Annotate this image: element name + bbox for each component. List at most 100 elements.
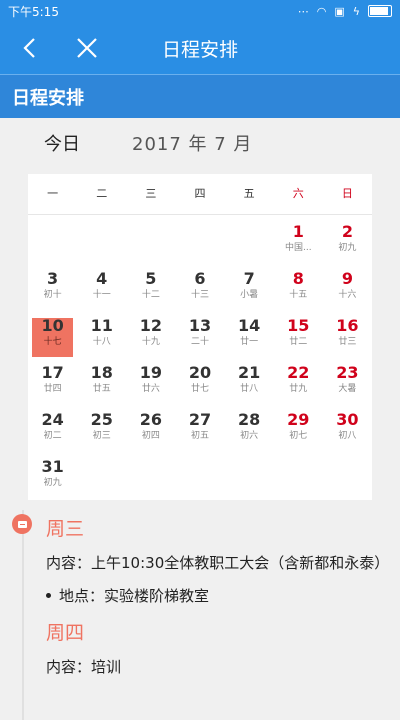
day-number: 24	[41, 410, 64, 429]
event-day-title: 周四	[46, 622, 85, 644]
event-group-thursday: 周四 内容： 培训	[46, 618, 390, 679]
lunar-date: 十七	[43, 337, 62, 347]
day-number: 29	[287, 410, 310, 429]
day-cell-selected[interactable]: 10 十七	[32, 316, 74, 357]
day-cell[interactable]: 23 大暑	[323, 359, 372, 406]
day-cell[interactable]: 8 十五	[274, 265, 323, 312]
lunar-date: 十五	[289, 290, 308, 300]
status-time: 下午5:15	[8, 4, 59, 19]
lunar-date: 十六	[338, 290, 357, 300]
day-number: 22	[287, 363, 310, 382]
event-content-text: 培训	[91, 658, 122, 676]
month-label[interactable]: 2017 年 7 月	[132, 130, 252, 156]
day-cell[interactable]: 4 十一	[77, 265, 126, 312]
lunar-date: 大暑	[338, 384, 357, 394]
close-icon	[77, 38, 97, 58]
day-number: 15	[287, 316, 310, 335]
day-cell[interactable]: 15 廿二	[274, 312, 323, 359]
day-cell[interactable]: 9 十六	[323, 265, 372, 312]
day-number: 4	[96, 269, 108, 288]
day-cell[interactable]: 28 初六	[225, 406, 274, 453]
day-cell[interactable]: 2 初九	[323, 218, 372, 265]
close-button[interactable]	[72, 33, 102, 63]
day-number: 7	[243, 269, 255, 288]
day-cell[interactable]: 27 初五	[175, 406, 224, 453]
lunar-date: 初四	[141, 431, 160, 441]
weekday-label: 三	[145, 187, 157, 200]
day-cell[interactable]: 11 十八	[77, 312, 126, 359]
lunar-date: 廿七	[190, 384, 209, 394]
day-cell[interactable]: 3 初十	[28, 265, 77, 312]
day-number: 30	[336, 410, 359, 429]
day-cell[interactable]: 19 廿六	[126, 359, 175, 406]
lunar-date: 廿五	[92, 384, 111, 394]
day-cell[interactable]: 6 十三	[175, 265, 224, 312]
bullet-icon	[46, 593, 51, 598]
day-number: 21	[238, 363, 261, 382]
day-cell[interactable]: 21 廿八	[225, 359, 274, 406]
event-content-label: 内容：	[46, 658, 92, 676]
back-button[interactable]	[14, 33, 44, 63]
day-number: 3	[47, 269, 59, 288]
signal-icon: ⋯	[297, 4, 309, 18]
today-button[interactable]: 今日	[44, 130, 80, 156]
day-cell[interactable]: 30 初八	[323, 406, 372, 453]
status-icons: ⋯ ◠ ▣ ϟ	[298, 5, 392, 18]
day-cell[interactable]: 7 小暑	[225, 265, 274, 312]
day-number: 14	[238, 316, 261, 335]
event-day-title: 周三	[46, 518, 85, 540]
app-bar: 日程安排	[0, 22, 400, 74]
lunar-date: 十一	[92, 290, 111, 300]
lunar-date: 初八	[338, 431, 357, 441]
day-cell[interactable]: 1 中国...	[274, 218, 323, 265]
day-cell[interactable]: 22 廿九	[274, 359, 323, 406]
day-number: 5	[145, 269, 157, 288]
status-bar: 下午5:15 ⋯ ◠ ▣ ϟ	[0, 0, 400, 22]
empty-day-cell	[126, 453, 175, 500]
weekday-label: 五	[243, 187, 255, 200]
day-cell[interactable]: 5 十二	[126, 265, 175, 312]
day-number: 27	[188, 410, 212, 429]
weekday-label: 一	[47, 187, 59, 200]
weekday-label: 六	[292, 187, 304, 200]
day-cell[interactable]: 25 初三	[77, 406, 126, 453]
event-content-label: 内容：	[46, 554, 92, 572]
calendar: 一 二 三 四 五 六 日 1 中国... 2 初九 3 初十 4 十一 5 十二 6 十三 7 小暑 8 十五 9 十六 10…	[28, 174, 372, 500]
empty-day-cell	[175, 218, 224, 265]
day-cell[interactable]: 20 廿七	[175, 359, 224, 406]
lunar-date: 廿八	[240, 384, 259, 394]
event-list: 周三 内容： 上午10:30全体教职工大会（含新都和永泰） 地点：实验楼阶梯教室…	[46, 512, 390, 679]
empty-day-cell	[28, 218, 77, 265]
weekday-label: 二	[96, 187, 108, 200]
empty-day-cell	[126, 218, 175, 265]
weekday-label: 日	[341, 187, 353, 200]
day-cell[interactable]: 26 初四	[126, 406, 175, 453]
event-group-wednesday: 周三 内容： 上午10:30全体教职工大会（含新都和永泰） 地点：实验楼阶梯教室	[46, 514, 390, 606]
weekday-label: 四	[194, 187, 206, 200]
battery-icon	[368, 5, 392, 17]
day-number: 31	[41, 457, 64, 476]
day-number: 20	[188, 363, 212, 382]
empty-day-cell	[77, 453, 126, 500]
day-number: 2	[341, 222, 353, 241]
day-cell[interactable]: 18 廿五	[77, 359, 126, 406]
event-content-text: 上午10:30全体教职工大会（含新都和永泰）	[91, 554, 390, 572]
lunar-date: 初九	[338, 243, 357, 253]
lunar-date: 初二	[43, 431, 62, 441]
weekday-header: 一二三四五六日	[28, 174, 372, 215]
day-cell[interactable]: 16 廿三	[323, 312, 372, 359]
day-cell[interactable]: 24 初二	[28, 406, 77, 453]
day-cell[interactable]: 31 初九	[28, 453, 77, 500]
lunar-date: 初十	[43, 290, 62, 300]
empty-day-cell	[323, 453, 372, 500]
day-number: 26	[139, 410, 162, 429]
day-cell[interactable]: 17 廿四	[28, 359, 77, 406]
day-cell[interactable]: 14 廿一	[225, 312, 274, 359]
day-cell[interactable]: 13 二十	[175, 312, 224, 359]
lunar-date: 廿六	[141, 384, 160, 394]
day-cell[interactable]: 29 初七	[274, 406, 323, 453]
lunar-date: 二十	[190, 337, 209, 347]
day-number: 12	[139, 316, 162, 335]
empty-day-cell	[77, 218, 126, 265]
day-cell[interactable]: 12 十九	[126, 312, 175, 359]
